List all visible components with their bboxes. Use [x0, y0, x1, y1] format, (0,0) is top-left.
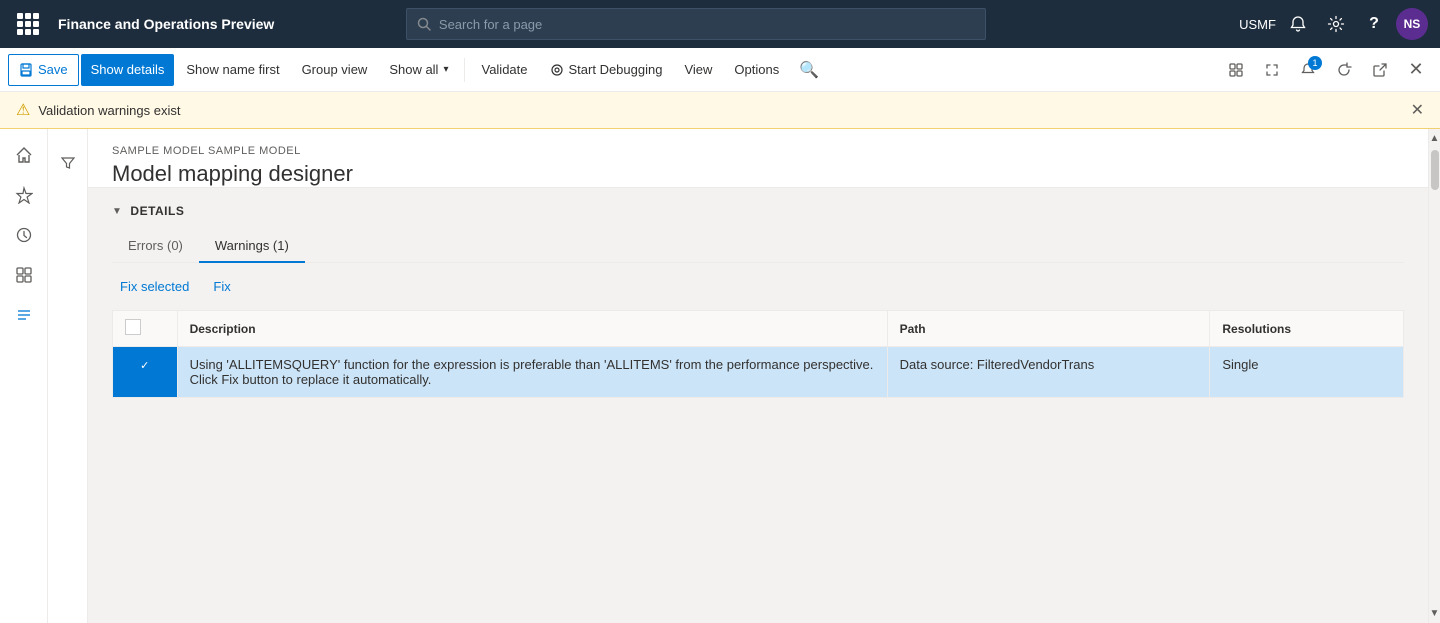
view-label: View — [684, 62, 712, 77]
col-checkbox — [113, 311, 178, 347]
row-path: Data source: FilteredVendorTrans — [887, 347, 1210, 398]
toolbar-right: 1 ✕ — [1220, 54, 1432, 86]
validate-label: Validate — [481, 62, 527, 77]
row-resolution: Single — [1210, 347, 1404, 398]
page-title: Model mapping designer — [112, 161, 1404, 187]
right-scrollbar: ▲ ▼ — [1428, 129, 1440, 623]
top-nav-right: USMF ? NS — [1239, 8, 1428, 40]
group-view-label: Group view — [302, 62, 368, 77]
col-resolutions: Resolutions — [1210, 311, 1404, 347]
search-icon — [417, 17, 431, 31]
table-row[interactable]: ✓ Using 'ALLITEMSQUERY' function for the… — [113, 347, 1404, 398]
warnings-table: Description Path Resolutions ✓ — [112, 310, 1404, 398]
top-nav: Finance and Operations Preview Search fo… — [0, 0, 1440, 48]
show-all-button[interactable]: Show all ▾ — [379, 54, 458, 86]
personalize-button[interactable] — [1220, 54, 1252, 86]
debug-icon — [550, 63, 564, 77]
filter-icon[interactable] — [50, 145, 86, 181]
refresh-button[interactable] — [1328, 54, 1360, 86]
validation-bar: ⚠ Validation warnings exist ✕ — [0, 92, 1440, 129]
save-button[interactable]: Save — [8, 54, 79, 86]
options-label: Options — [734, 62, 779, 77]
sidebar-recent-icon[interactable] — [6, 217, 42, 253]
breadcrumb: SAMPLE MODEL SAMPLE MODEL — [112, 145, 1404, 157]
show-details-label: Show details — [91, 62, 165, 77]
show-details-button[interactable]: Show details — [81, 54, 175, 86]
filter-column — [48, 129, 88, 623]
sidebar-home-icon[interactable] — [6, 137, 42, 173]
grid-icon — [17, 13, 39, 35]
avatar[interactable]: NS — [1396, 8, 1428, 40]
search-bar[interactable]: Search for a page — [406, 8, 986, 40]
scroll-down-arrow[interactable]: ▼ — [1426, 604, 1440, 623]
view-button[interactable]: View — [674, 54, 722, 86]
app-title: Finance and Operations Preview — [58, 16, 274, 32]
warning-icon: ⚠ — [16, 100, 30, 120]
fix-selected-button[interactable]: Fix selected — [112, 275, 197, 298]
row-description: Using 'ALLITEMSQUERY' function for the e… — [177, 347, 887, 398]
content-area: SAMPLE MODEL SAMPLE MODEL Model mapping … — [88, 129, 1428, 623]
validate-button[interactable]: Validate — [471, 54, 537, 86]
tab-warnings[interactable]: Warnings (1) — [199, 230, 305, 263]
user-company: USMF — [1239, 17, 1276, 32]
collapse-icon: ▼ — [112, 206, 122, 217]
show-all-label: Show all — [389, 62, 438, 77]
start-debugging-label: Start Debugging — [569, 62, 663, 77]
toolbar-search-icon[interactable]: 🔍 — [795, 56, 823, 84]
fullscreen-button[interactable] — [1256, 54, 1288, 86]
scroll-thumb[interactable] — [1431, 150, 1439, 190]
help-button[interactable]: ? — [1358, 8, 1390, 40]
close-button[interactable]: ✕ — [1400, 54, 1432, 86]
validation-message: Validation warnings exist — [38, 103, 180, 118]
page-header: SAMPLE MODEL SAMPLE MODEL Model mapping … — [88, 129, 1428, 188]
notifications-button[interactable] — [1282, 8, 1314, 40]
table-header-row: Description Path Resolutions — [113, 311, 1404, 347]
badge-count: 1 — [1308, 56, 1322, 70]
details-section: ▼ DETAILS Errors (0) Warnings (1) Fix se… — [88, 188, 1428, 414]
row-checkbox[interactable]: ✓ — [137, 358, 153, 374]
action-buttons: Fix selected Fix — [112, 275, 1404, 298]
toolbar: Save Show details Show name first Group … — [0, 48, 1440, 92]
save-label: Save — [38, 62, 68, 77]
open-external-button[interactable] — [1364, 54, 1396, 86]
col-description: Description — [177, 311, 887, 347]
settings-button[interactable] — [1320, 8, 1352, 40]
notification-badge-button[interactable]: 1 — [1292, 54, 1324, 86]
main-layout: SAMPLE MODEL SAMPLE MODEL Model mapping … — [0, 129, 1440, 623]
row-checkbox-cell: ✓ — [113, 347, 178, 398]
close-validation-button[interactable]: ✕ — [1411, 100, 1424, 120]
scroll-track[interactable] — [1431, 150, 1439, 602]
fix-button[interactable]: Fix — [205, 275, 238, 298]
show-name-first-button[interactable]: Show name first — [176, 54, 289, 86]
details-label: DETAILS — [130, 204, 184, 218]
details-section-header[interactable]: ▼ DETAILS — [112, 204, 1404, 218]
col-path: Path — [887, 311, 1210, 347]
left-sidebar — [0, 129, 48, 623]
sidebar-list-icon[interactable] — [6, 297, 42, 333]
group-view-button[interactable]: Group view — [292, 54, 378, 86]
sidebar-workspaces-icon[interactable] — [6, 257, 42, 293]
show-name-first-label: Show name first — [186, 62, 279, 77]
save-icon — [19, 63, 33, 77]
tab-errors[interactable]: Errors (0) — [112, 230, 199, 263]
select-all-checkbox[interactable] — [125, 319, 141, 335]
start-debugging-button[interactable]: Start Debugging — [540, 54, 673, 86]
app-grid-menu[interactable] — [12, 8, 44, 40]
options-button[interactable]: Options — [724, 54, 789, 86]
chevron-down-icon: ▾ — [443, 64, 448, 75]
separator-1 — [464, 58, 465, 82]
search-placeholder: Search for a page — [439, 17, 542, 32]
scroll-up-arrow[interactable]: ▲ — [1426, 129, 1440, 148]
sidebar-favorites-icon[interactable] — [6, 177, 42, 213]
details-tabs: Errors (0) Warnings (1) — [112, 230, 1404, 263]
